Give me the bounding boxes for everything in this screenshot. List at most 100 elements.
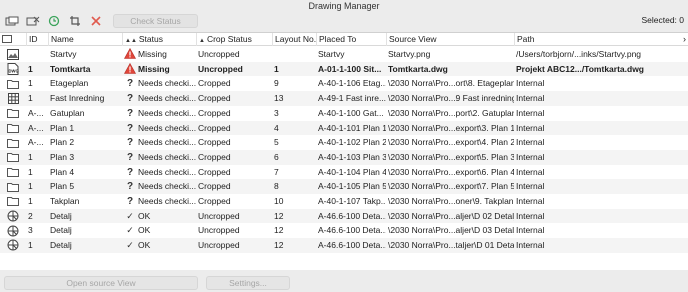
table-row[interactable]: 1 Takplan? Needs checki... Cropped 10 A-40-1-… (0, 194, 688, 209)
drawing-place-icon[interactable] (3, 13, 21, 29)
cell-status: ? Needs checki... (122, 121, 196, 136)
col-header-layout[interactable]: Layout No. (272, 33, 316, 46)
cell-path: Internal (516, 78, 545, 89)
question-icon: ? (126, 151, 134, 163)
table-row[interactable]: 1 Plan 3? Needs checki... Cropped 6 A-40-1-10… (0, 149, 688, 165)
table-row[interactable]: A-... Gatuplan? Needs checki... Cropped 3 A-4… (0, 106, 688, 121)
table-row[interactable]: 1 Plan 5? Needs checki... Cropped 8 A-40-1-10… (0, 179, 688, 194)
col-header-name[interactable]: Name (48, 33, 122, 46)
table-row[interactable]: A-... Plan 2? Needs checki... Cropped 5 A-40-… (0, 135, 688, 150)
status-text: Needs checki... (138, 137, 196, 148)
col-header-source[interactable]: Source View (386, 33, 514, 46)
cell-name: Plan 3 (50, 151, 75, 162)
table-row[interactable]: DWG 1 Tomtkarta Missing Uncropped 1 A-01-1-100… (0, 61, 688, 77)
cell-source-view: \2030 Norra\Pro...export\7. Plan 5 (388, 181, 514, 192)
status-text: OK (138, 210, 151, 221)
table-row[interactable]: Startvy Missing Uncropped Startvy Startvy.pn… (0, 47, 688, 62)
cell-crop-status: Cropped (198, 137, 231, 148)
settings-button[interactable]: Settings... (206, 276, 290, 290)
col-header-status-label: Status (138, 34, 163, 44)
checkmark-icon: ✓ (126, 210, 134, 221)
check-status-button[interactable]: Check Status (113, 14, 198, 28)
cell-crop-status: Cropped (198, 181, 231, 192)
open-source-view-button[interactable]: Open source View (4, 276, 198, 290)
cell-name: Gatuplan (50, 107, 85, 118)
drawings-table: ID Name ▲▲ Status ▲ Crop Status Layout No.… (0, 32, 688, 270)
cell-placed-to: A-40-1-105 Plan 5 (318, 181, 386, 192)
cell-placed-to: A-40-1-100 Gat... (318, 107, 384, 118)
cell-status: ? Needs checki... (122, 179, 196, 194)
cell-placed-to: Startvy (318, 49, 345, 59)
detail-view-icon (0, 209, 26, 224)
cell-layout-no: 5 (274, 137, 279, 148)
cell-source-view: \2030 Norra\Pro...oner\9. Takplan (388, 196, 514, 206)
col-header-status[interactable]: ▲▲ Status (122, 33, 196, 46)
table-row[interactable]: 2 Detalj ✓ OK Uncropped 12 A-46.6-100 Deta... \… (0, 208, 688, 224)
cell-source-view: \2030 Norra\Pro...9 Fast inredning (388, 93, 514, 104)
cell-name: Etageplan (50, 78, 89, 89)
col-header-id[interactable]: ID (26, 33, 48, 46)
checkmark-icon: ✓ (126, 225, 134, 236)
cell-name: Plan 5 (50, 181, 75, 192)
view-folder-icon (0, 135, 26, 150)
table-row[interactable]: 3 Detalj ✓ OK Uncropped 12 A-46.6-100 Deta... \… (0, 223, 688, 238)
table-row[interactable]: A-... Plan 1? Needs checki... Cropped 4 A-40-… (0, 120, 688, 136)
cell-status: ? Needs checki... (122, 135, 196, 150)
question-icon: ? (126, 137, 134, 149)
col-header-placed[interactable]: Placed To (316, 33, 386, 46)
cell-path: Internal (516, 225, 545, 236)
table-row[interactable]: 1 Etageplan? Needs checki... Cropped 9 A-40-1… (0, 76, 688, 91)
cell-id: 1 (28, 78, 33, 89)
cell-id: 1 (28, 63, 33, 74)
table-row[interactable]: 1 Plan 4? Needs checki... Cropped 7 A-40-1-10… (0, 165, 688, 180)
cell-name: Takplan (50, 196, 80, 206)
checkmark-icon: ✓ (126, 240, 134, 251)
delete-x-icon[interactable] (87, 13, 105, 29)
column-chooser-chevron-icon[interactable]: › (683, 33, 686, 46)
status-text: OK (138, 225, 151, 236)
cell-placed-to: A-40-1-107 Takp... (318, 196, 386, 206)
status-text: Needs checki... (138, 107, 196, 118)
cell-crop-status: Cropped (198, 122, 231, 133)
cell-status: Missing (122, 62, 196, 77)
crop-icon[interactable] (66, 13, 84, 29)
cell-status: ✓ OK (122, 223, 196, 238)
cell-id: 1 (28, 181, 33, 192)
cell-path: Projekt ABC12.../Tomtkarta.dwg (516, 63, 644, 74)
cell-crop-status: Cropped (198, 107, 231, 118)
cell-layout-no: 4 (274, 122, 279, 133)
cell-id: A-... (28, 107, 44, 118)
table-row[interactable]: 1 Fast Inredning? Needs checki... Cropped 13… (0, 91, 688, 106)
drawing-remove-icon[interactable] (24, 13, 42, 29)
table-row[interactable]: 1 Detalj ✓ OK Uncropped 12 A-46.6-100 Deta... \… (0, 238, 688, 253)
selected-count: Selected: 0 (641, 15, 684, 25)
refresh-icon[interactable] (45, 13, 63, 29)
cell-source-view: \2030 Norra\Pro...export\6. Plan 4 (388, 166, 514, 177)
cell-crop-status: Uncropped (198, 49, 240, 59)
col-header-crop[interactable]: ▲ Crop Status (196, 33, 272, 46)
cell-crop-status: Uncropped (198, 240, 240, 251)
drawing-manager-window: Drawing Manager Check Status Selected: 0… (0, 0, 688, 292)
cell-placed-to: A-40-1-102 Plan 2 (318, 137, 386, 148)
cell-placed-to: A-46.6-100 Deta... (318, 240, 386, 251)
question-icon: ? (126, 166, 134, 178)
cell-crop-status: Cropped (198, 166, 231, 177)
cell-name: Detalj (50, 240, 72, 251)
cell-placed-to: A-46.6-100 Deta... (318, 225, 386, 236)
cell-name: Startvy (50, 49, 77, 59)
cell-layout-no: 9 (274, 78, 279, 89)
dwg-file-icon: DWG (0, 62, 26, 77)
cell-layout-no: 6 (274, 151, 279, 162)
col-header-type[interactable] (0, 33, 26, 46)
cell-source-view: \2030 Norra\Pro...ort\8. Etageplan (388, 78, 514, 89)
cell-path: Internal (516, 166, 545, 177)
cell-path: Internal (516, 151, 545, 162)
cell-name: Plan 4 (50, 166, 75, 177)
cell-path: Internal (516, 137, 545, 148)
cell-source-view: \2030 Norra\Pro...aljer\D 03 Detalj (388, 225, 514, 236)
col-header-path[interactable]: Path (514, 33, 688, 46)
cell-crop-status: Cropped (198, 78, 231, 89)
status-text: Needs checki... (138, 181, 196, 192)
col-header-crop-label: Crop Status (206, 34, 252, 44)
cell-status: ✓ OK (122, 238, 196, 253)
